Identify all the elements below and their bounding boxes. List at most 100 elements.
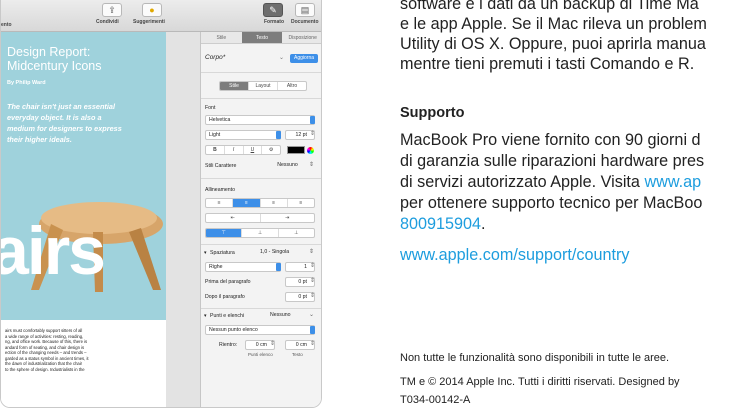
spacing-disclosure-icon[interactable]: ▾ <box>204 250 207 256</box>
document-page[interactable]: Design Report: Midcentury Icons By Phili… <box>1 32 166 407</box>
indent-label: Rientro: <box>219 342 238 348</box>
subtab-layout[interactable]: Layout <box>249 82 278 90</box>
inspector-tabs: Stile Testo Disposizione <box>201 32 321 44</box>
vertical-alignment: ⊤ ⊥ ⊥ <box>205 228 315 238</box>
support-phone-suffix: . <box>481 215 486 233</box>
indent-buttons: ⇤ ⇥ <box>205 213 315 223</box>
document-icon: ▤ <box>300 5 310 15</box>
availability-note: Non tutte le funzionalità sono disponibi… <box>400 352 670 364</box>
list-style-select[interactable]: Nessun punto elenco <box>205 325 315 335</box>
quote-line: medium for designers to express <box>7 124 122 133</box>
paragraph-style-value[interactable]: Corpo* <box>205 54 225 61</box>
format-button[interactable]: ✎ <box>263 3 283 17</box>
document-button[interactable]: ▤ <box>295 3 315 17</box>
lines-chevron-icon[interactable] <box>276 263 281 271</box>
align-middle-button[interactable]: ⊥ <box>242 229 279 237</box>
align-center-button[interactable]: ≡ <box>233 199 261 207</box>
align-right-button[interactable]: ≡ <box>261 199 288 207</box>
tips-button[interactable]: ● <box>142 3 162 17</box>
body-line-3: Utility di OS X. Oppure, puoi aprirla ma… <box>400 35 706 53</box>
text-subtabs: Stile Layout Altro <box>219 81 307 91</box>
share-icon: ⇪ <box>108 5 116 15</box>
support-line-3: di servizi autorizzato Apple. Visita www… <box>400 172 701 193</box>
share-button[interactable]: ⇪ <box>102 3 122 17</box>
list-style-chevron-icon[interactable] <box>310 326 315 334</box>
align-bottom-button[interactable]: ⊥ <box>279 229 314 237</box>
document-quote: The chair isn't just an essential everyd… <box>7 101 157 145</box>
lines-select[interactable]: Righe <box>205 262 281 272</box>
align-top-button[interactable]: ⊤ <box>206 229 243 237</box>
bullets-chevron-icon[interactable]: ⌄ <box>309 311 314 318</box>
document-author: By Philip Ward <box>7 80 46 86</box>
support-country-link[interactable]: www.apple.com/support/country <box>400 245 629 266</box>
bold-button[interactable]: B <box>206 146 225 154</box>
support-line-2: di garanzia sulle riparazioni hardware p… <box>400 152 705 170</box>
text-options-icon[interactable]: ⚙ <box>262 146 280 154</box>
color-wheel-icon[interactable] <box>307 147 314 154</box>
share-label: Condividi <box>96 19 119 25</box>
poster-area: Design Report: Midcentury Icons By Phili… <box>1 32 166 320</box>
align-left-button[interactable]: ≡ <box>206 199 234 207</box>
pages-window: ento ⇪ Condividi ● Suggerimenti ✎ Format… <box>0 0 322 408</box>
quote-line: everyday object. It is also a <box>7 113 102 122</box>
quote-line: their higher ideals. <box>7 135 72 144</box>
text-indent-caption: Testo <box>292 352 303 357</box>
quote-line: The chair isn't just an essential <box>7 102 115 111</box>
subtab-style[interactable]: Stile <box>220 82 249 90</box>
char-styles-chevron-icon[interactable]: ⇕ <box>309 161 314 168</box>
before-paragraph-stepper-icon[interactable]: ⇕ <box>310 277 315 284</box>
align-justify-button[interactable]: ≡ <box>288 199 314 207</box>
after-paragraph-stepper-icon[interactable]: ⇕ <box>310 292 315 299</box>
char-styles-select[interactable]: Nessuno <box>257 161 315 171</box>
body-line: to the sphere of design. Industrialists … <box>5 366 85 372</box>
before-paragraph-label: Prima del paragrafo <box>205 279 251 285</box>
support-line-3-text: di servizi autorizzato Apple. Visita <box>400 173 645 191</box>
bullets-label: Punti e elenchi <box>210 313 245 319</box>
alignment-label: Allineamento <box>205 187 235 193</box>
body-line-4: mentre tieni premuti i tasti Comando e R… <box>400 55 695 73</box>
horizontal-alignment: ≡ ≡ ≡ ≡ <box>205 198 315 208</box>
text-color-swatch[interactable] <box>287 146 305 154</box>
format-label: Formato <box>264 19 284 25</box>
spacing-label: Spaziatura <box>210 250 235 256</box>
underline-button[interactable]: U <box>244 146 263 154</box>
lines-stepper-icon[interactable]: ⇕ <box>310 262 315 269</box>
support-line-5: 800915904. <box>400 214 486 235</box>
subtab-more[interactable]: Altro <box>278 82 306 90</box>
toolbar-cut-label: ento <box>1 22 12 28</box>
style-chevron-icon[interactable]: ⌄ <box>279 54 284 61</box>
font-family-select[interactable]: Helvetica <box>205 115 315 125</box>
font-weight-select[interactable]: Light <box>205 130 281 140</box>
bullets-disclosure-icon[interactable]: ▾ <box>204 313 207 319</box>
font-weight-chevron-icon[interactable] <box>276 131 281 139</box>
bullets-select[interactable]: Nessuno <box>267 311 315 321</box>
support-line-4: per ottenere supporto tecnico per MacBoo <box>400 194 703 212</box>
lightbulb-icon: ● <box>149 5 155 15</box>
font-size-stepper-icon[interactable]: ⇕ <box>310 130 315 137</box>
tab-text[interactable]: Testo <box>241 32 283 43</box>
text-style-buttons: B I U ⚙ <box>205 145 281 155</box>
increase-indent-button[interactable]: ⇥ <box>261 214 315 222</box>
text-indent-stepper-icon[interactable]: ⇕ <box>310 340 315 347</box>
bullet-indent-stepper-icon[interactable]: ⇕ <box>270 340 275 347</box>
footer-copyright: TM e © 2014 Apple Inc. Tutti i diritti r… <box>400 376 680 388</box>
window-toolbar: ento ⇪ Condividi ● Suggerimenti ✎ Format… <box>1 0 321 32</box>
spacing-chevron-icon[interactable]: ⇕ <box>309 248 314 255</box>
footer-code: T034-00142-A <box>400 394 471 406</box>
document-label: Documento <box>291 19 319 25</box>
document-title: Design Report: Midcentury Icons <box>7 45 162 73</box>
spacing-select[interactable]: 1,0 - Singola <box>257 248 315 258</box>
after-paragraph-label: Dopo il paragrafo <box>205 294 245 300</box>
tab-style[interactable]: Stile <box>201 32 242 43</box>
support-link-partial[interactable]: www.ap <box>644 173 701 191</box>
paintbrush-icon: ✎ <box>269 5 277 15</box>
support-phone-link[interactable]: 800915904 <box>400 215 481 233</box>
font-family-chevron-icon[interactable] <box>310 116 315 124</box>
tips-label: Suggerimenti <box>133 19 165 25</box>
format-inspector: Stile Testo Disposizione Corpo* ⌄ Aggior… <box>201 32 321 407</box>
update-style-button[interactable]: Aggiorna <box>290 54 318 63</box>
tab-layout[interactable]: Disposizione <box>282 32 321 43</box>
decrease-indent-button[interactable]: ⇤ <box>206 214 261 222</box>
italic-button[interactable]: I <box>225 146 244 154</box>
support-line-1: MacBook Pro viene fornito con 90 giorni … <box>400 131 701 149</box>
